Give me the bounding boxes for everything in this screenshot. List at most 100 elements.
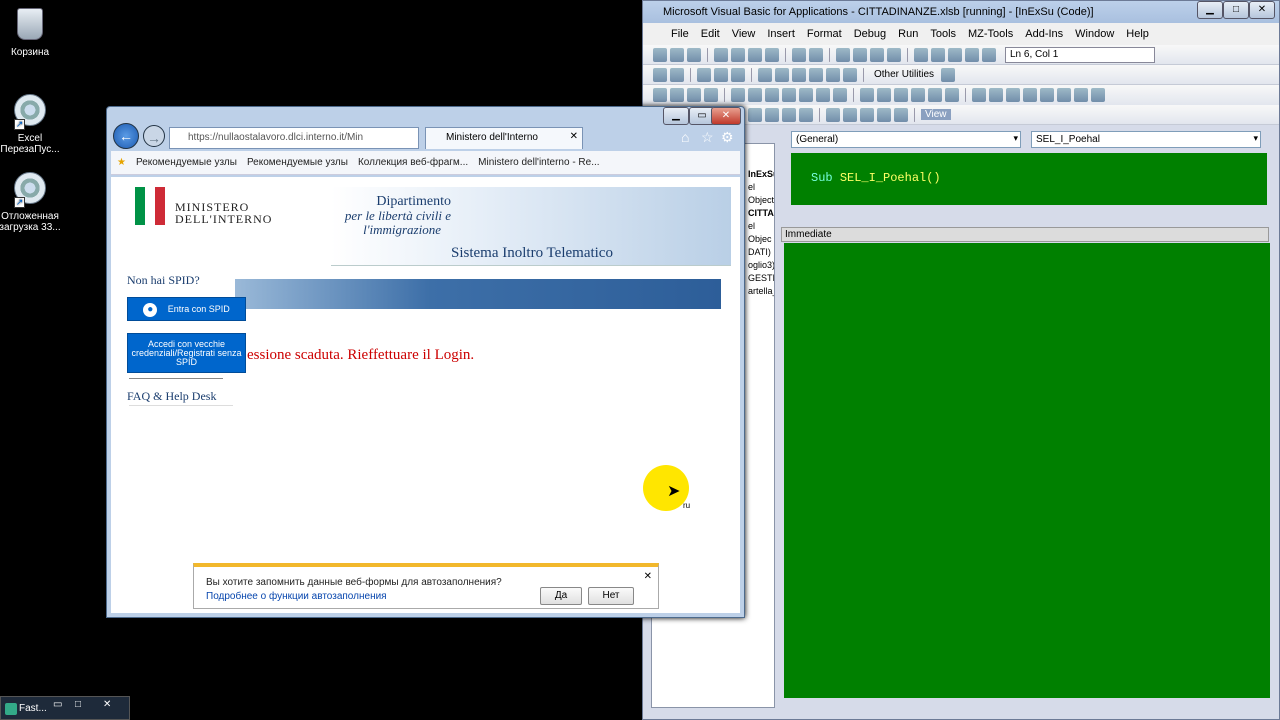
excel-icon[interactable] <box>653 47 667 62</box>
other-utilities-button[interactable]: Other Utilities <box>870 69 938 80</box>
wrench-icon[interactable] <box>941 67 956 82</box>
spid-login-button[interactable]: ● Entra con SPID <box>127 297 246 321</box>
tool-icon[interactable] <box>860 107 874 122</box>
forward-button[interactable]: → <box>143 125 165 147</box>
tool-icon[interactable] <box>843 107 857 122</box>
paste-icon[interactable] <box>748 47 762 62</box>
tool-icon[interactable] <box>928 88 942 102</box>
desktop-icon-deferred-load[interactable]: ↗ Отложенная загрузка 33... <box>0 170 62 233</box>
project-icon[interactable] <box>914 47 928 62</box>
project-node[interactable]: el Objec <box>748 220 774 246</box>
close-button[interactable]: ✕ <box>1249 1 1275 19</box>
tool-icon[interactable] <box>782 88 796 102</box>
view-button[interactable]: View <box>921 109 951 120</box>
home-icon[interactable]: ⌂ <box>681 129 689 145</box>
tool-icon[interactable] <box>670 67 684 82</box>
tool-icon[interactable] <box>782 107 796 122</box>
tool-icon[interactable] <box>826 107 840 122</box>
save-icon[interactable] <box>687 47 701 62</box>
menu-window[interactable]: Window <box>1069 28 1120 40</box>
favorite-link[interactable]: Рекомендуемые узлы <box>136 157 237 168</box>
project-node[interactable]: InExSu <box>748 168 774 181</box>
undo-icon[interactable] <box>792 47 806 62</box>
restore-icon[interactable]: ▭ <box>53 699 62 710</box>
project-node[interactable]: GESTION <box>748 272 774 285</box>
copy-icon[interactable] <box>731 47 745 62</box>
menu-debug[interactable]: Debug <box>848 28 892 40</box>
tool-icon[interactable] <box>792 67 806 82</box>
break-icon[interactable] <box>853 47 867 62</box>
favorites-star-icon[interactable]: ★ <box>117 157 126 168</box>
tool-icon[interactable] <box>894 88 908 102</box>
tool-icon[interactable] <box>1023 88 1037 102</box>
minimize-button[interactable]: ▁ <box>663 107 689 125</box>
tool-icon[interactable] <box>758 67 772 82</box>
address-bar[interactable]: https://nullaostalavoro.dlci.interno.it/… <box>169 127 419 149</box>
reset-icon[interactable] <box>870 47 884 62</box>
toolbox-icon[interactable] <box>965 47 979 62</box>
yes-button[interactable]: Да <box>540 587 582 605</box>
desktop-icon-recycle-bin[interactable]: Корзина <box>0 6 62 58</box>
tool-icon[interactable] <box>714 67 728 82</box>
no-button[interactable]: Нет <box>588 587 634 605</box>
maximize-icon[interactable]: □ <box>75 699 81 710</box>
menu-edit[interactable]: Edit <box>695 28 726 40</box>
tool-icon[interactable] <box>826 67 840 82</box>
tool-icon[interactable] <box>860 88 874 102</box>
procedure-dropdown[interactable]: SEL_I_Poehal <box>1031 131 1261 148</box>
maximize-button[interactable]: □ <box>1223 1 1249 19</box>
tool-icon[interactable] <box>653 88 667 102</box>
tool-icon[interactable] <box>687 88 701 102</box>
tool-icon[interactable] <box>816 88 830 102</box>
menu-insert[interactable]: Insert <box>761 28 801 40</box>
project-node[interactable]: artella_ <box>748 285 774 298</box>
old-credentials-button[interactable]: Accedi con vecchie credenziali/Registrat… <box>127 333 246 373</box>
immediate-window[interactable] <box>784 243 1270 698</box>
favorite-link[interactable]: Рекомендуемые узлы <box>247 157 348 168</box>
minimize-button[interactable]: ▁ <box>1197 1 1223 19</box>
run-icon[interactable] <box>836 47 850 62</box>
menu-help[interactable]: Help <box>1120 28 1155 40</box>
tool-icon[interactable] <box>775 67 789 82</box>
project-node[interactable]: el Object <box>748 181 774 207</box>
tool-icon[interactable] <box>697 67 711 82</box>
object-dropdown[interactable]: (General) <box>791 131 1021 148</box>
properties-icon[interactable] <box>931 47 945 62</box>
tool-icon[interactable] <box>945 88 959 102</box>
tool-icon[interactable] <box>653 67 667 82</box>
tool-icon[interactable] <box>877 107 891 122</box>
back-button[interactable]: ← <box>113 123 139 149</box>
minimized-window[interactable]: Fast... ▭ □ ✕ <box>0 696 130 720</box>
favorite-link[interactable]: Коллекция веб-фрагм... <box>358 157 468 168</box>
object-browser-icon[interactable] <box>948 47 962 62</box>
insert-icon[interactable] <box>670 47 684 62</box>
design-icon[interactable] <box>887 47 901 62</box>
desktop-icon-excel-restart[interactable]: ↗ Excel ПерезаПус... <box>0 92 62 155</box>
cut-icon[interactable] <box>714 47 728 62</box>
code-pane[interactable]: Sub SEL_I_Poehal() <box>791 153 1267 205</box>
tool-icon[interactable] <box>748 88 762 102</box>
faq-link[interactable]: FAQ & Help Desk <box>127 389 216 404</box>
tool-icon[interactable] <box>731 88 745 102</box>
favorite-link[interactable]: Ministero dell'interno - Re... <box>478 157 599 168</box>
tool-icon[interactable] <box>765 107 779 122</box>
browser-tab[interactable]: Ministero dell'Interno ✕ <box>425 127 583 149</box>
tool-icon[interactable] <box>799 107 813 122</box>
menu-format[interactable]: Format <box>801 28 848 40</box>
menu-view[interactable]: View <box>726 28 762 40</box>
project-node[interactable]: oglio3) <box>748 259 774 272</box>
tool-icon[interactable] <box>704 88 718 102</box>
help-icon[interactable] <box>982 47 996 62</box>
tool-icon[interactable] <box>911 88 925 102</box>
notif-close-icon[interactable]: ✕ <box>644 571 652 582</box>
tool-icon[interactable] <box>894 107 908 122</box>
tool-icon[interactable] <box>989 88 1003 102</box>
tool-icon[interactable] <box>765 88 779 102</box>
tool-icon[interactable] <box>843 67 857 82</box>
project-node[interactable]: CITTADI <box>748 207 774 220</box>
tool-icon[interactable] <box>1040 88 1054 102</box>
close-icon[interactable]: ✕ <box>103 699 111 710</box>
tool-icon[interactable] <box>1057 88 1071 102</box>
tool-icon[interactable] <box>731 67 745 82</box>
menu-add-ins[interactable]: Add-Ins <box>1019 28 1069 40</box>
